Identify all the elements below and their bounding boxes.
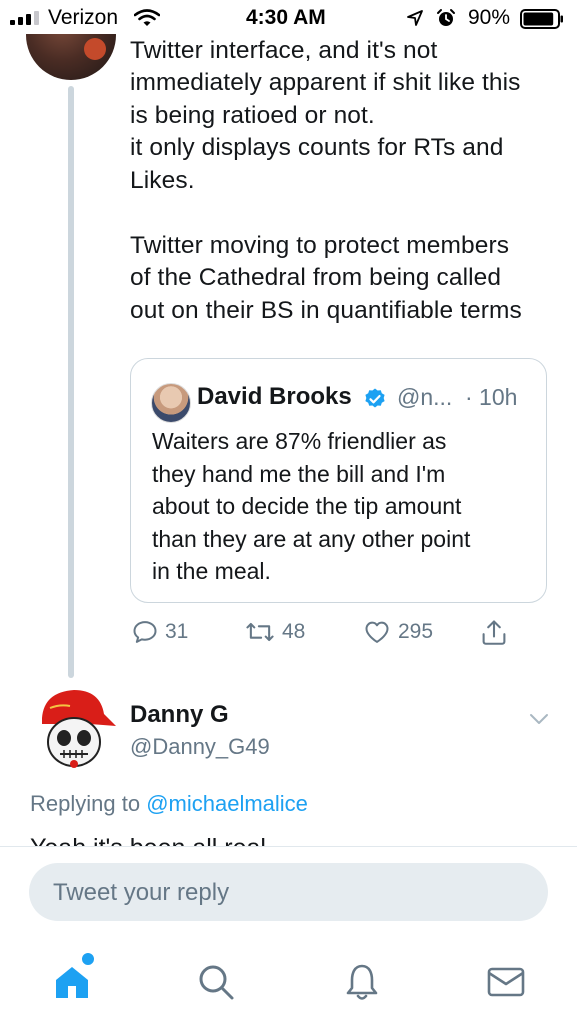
reply-count: 31 bbox=[165, 620, 189, 643]
tweet-text: I've been switched to the new Twitter in… bbox=[130, 4, 522, 324]
mail-icon[interactable] bbox=[486, 962, 526, 1002]
retweet-count: 48 bbox=[282, 620, 306, 643]
share-icon bbox=[482, 620, 506, 645]
retweet-action[interactable]: 48 bbox=[244, 618, 305, 646]
quoted-author-avatar bbox=[151, 383, 191, 423]
replying-to-prefix: Replying to bbox=[30, 791, 147, 816]
search-icon[interactable] bbox=[196, 962, 236, 1002]
reply-author-name: Danny G bbox=[130, 701, 229, 728]
tweet-reply-input[interactable] bbox=[51, 863, 525, 923]
like-action[interactable]: 295 bbox=[362, 618, 433, 646]
status-bar: Verizon 4:30 AM 90% bbox=[0, 0, 577, 34]
heart-icon bbox=[365, 621, 389, 643]
alarm-clock-icon bbox=[437, 9, 455, 26]
carrier-name: Verizon bbox=[48, 6, 119, 29]
location-arrow-icon bbox=[407, 10, 423, 26]
battery-icon bbox=[520, 9, 563, 29]
verified-badge-icon bbox=[365, 388, 385, 408]
home-icon[interactable] bbox=[52, 962, 92, 1002]
status-time: 4:30 AM bbox=[246, 6, 326, 29]
quoted-tweet-text: Waiters are 87% friendlier as they hand … bbox=[152, 428, 471, 584]
thread-connector-line bbox=[68, 86, 74, 678]
reply-author-handle: @Danny_G49 bbox=[130, 734, 270, 759]
quoted-tweet-card[interactable]: David Brooks @n... · 10h Waiters are 87%… bbox=[130, 358, 547, 603]
replying-to-mention[interactable]: @michaelmalice bbox=[146, 791, 308, 816]
wifi-icon bbox=[134, 9, 160, 26]
bell-icon[interactable] bbox=[342, 962, 382, 1002]
thread-view: I've been switched to the new Twitter in… bbox=[0, 0, 577, 846]
quoted-tweet-time: · 10h bbox=[465, 384, 518, 410]
reply-text-partial: Yeah it's been all real bbox=[30, 834, 266, 846]
retweet-icon bbox=[246, 622, 274, 642]
reply-icon bbox=[133, 621, 157, 643]
quoted-author-handle: @n... bbox=[397, 384, 453, 410]
reply-composer bbox=[0, 846, 577, 937]
notification-dot bbox=[80, 951, 96, 967]
chevron-down-icon[interactable] bbox=[528, 708, 550, 730]
reply-action[interactable]: 31 bbox=[131, 618, 188, 646]
battery-percent: 90% bbox=[468, 6, 511, 29]
tweet-actions: 31 48 295 bbox=[0, 618, 577, 652]
replying-to-line: Replying to @michaelmalice bbox=[30, 791, 308, 817]
reply-author-avatar[interactable] bbox=[30, 684, 118, 772]
quoted-author-name: David Brooks bbox=[197, 383, 352, 410]
share-action[interactable] bbox=[480, 618, 508, 648]
cellular-signal-icon bbox=[10, 11, 39, 25]
like-count: 295 bbox=[398, 620, 434, 643]
tab-bar bbox=[0, 936, 577, 1024]
reply-box[interactable] bbox=[29, 863, 548, 923]
